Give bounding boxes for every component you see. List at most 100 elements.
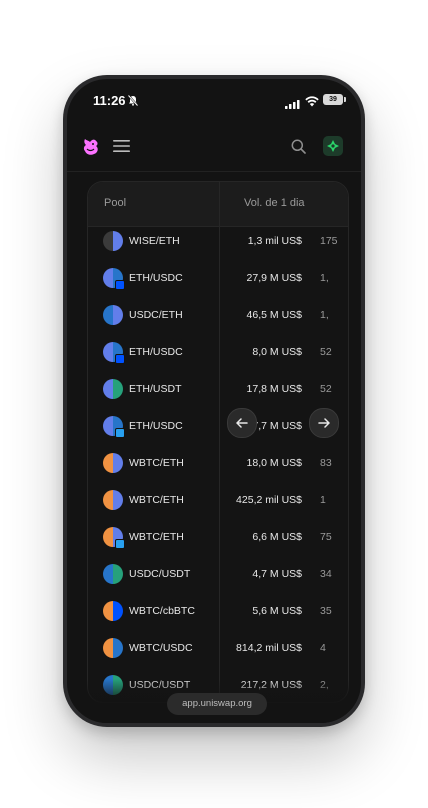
table-row[interactable]: USDC/ETH 46,5 M US$ 1, xyxy=(88,300,348,337)
pool-pair-name: ETH/USDT xyxy=(129,383,182,395)
table-row[interactable]: WBTC/ETH 18,0 M US$ 83 xyxy=(88,448,348,485)
table-row[interactable]: WBTC/ETH 425,2 mil US$ 1 xyxy=(88,485,348,522)
pool-volume-1d: 18,0 M US$ xyxy=(246,457,302,469)
pool-pair-name: USDC/ETH xyxy=(129,309,183,321)
wallet-avatar-icon[interactable] xyxy=(323,136,343,156)
table-row[interactable]: WBTC/USDC 814,2 mil US$ 4 xyxy=(88,633,348,670)
token-left-icon xyxy=(103,601,113,621)
arrow-left-icon xyxy=(236,418,248,428)
pool-next-column-value: 35 xyxy=(320,605,332,617)
pool-next-column-value: 1, xyxy=(320,309,329,321)
pool-token-pair-icon xyxy=(103,268,125,290)
scroll-left-button[interactable] xyxy=(227,408,257,438)
pool-token-pair-icon xyxy=(103,379,123,399)
pool-token-pair-icon xyxy=(103,342,125,364)
chain-badge-icon xyxy=(115,539,125,549)
arrow-right-icon xyxy=(318,418,330,428)
pool-token-pair-icon xyxy=(103,638,123,658)
pool-token-pair-icon xyxy=(103,231,123,251)
pool-volume-1d: 4,7 M US$ xyxy=(252,568,302,580)
token-left-icon xyxy=(103,453,113,473)
pool-next-column-value: 75 xyxy=(320,531,332,543)
pool-volume-1d: 17,8 M US$ xyxy=(246,383,302,395)
pool-pair-name: WBTC/cbBTC xyxy=(129,605,195,617)
table-row[interactable]: ETH/USDC 27,9 M US$ 1, xyxy=(88,263,348,300)
token-left-icon xyxy=(103,527,113,547)
pool-next-column-value: 52 xyxy=(320,346,332,358)
token-left-icon xyxy=(103,564,113,584)
chain-badge-icon xyxy=(115,280,125,290)
pool-next-column-value: 52 xyxy=(320,383,332,395)
pool-pair-name: WBTC/ETH xyxy=(129,494,184,506)
token-left-icon xyxy=(103,342,113,362)
token-left-icon xyxy=(103,305,113,325)
pool-next-column-value: 4 xyxy=(320,642,326,654)
token-right-icon xyxy=(113,638,123,658)
table-header: Pool Vol. de 1 dia xyxy=(88,182,348,227)
table-row[interactable]: WBTC/cbBTC 5,6 M US$ 35 xyxy=(88,596,348,633)
phone-frame: 11:26 39 Pool Vol. de 1 dia WISE/ETH 1,3… xyxy=(63,75,365,727)
pool-token-pair-icon xyxy=(103,564,123,584)
browser-url-bar[interactable]: app.uniswap.org xyxy=(167,693,267,715)
pool-token-pair-icon xyxy=(103,490,123,510)
pool-pair-name: ETH/USDC xyxy=(129,346,183,358)
hamburger-menu-icon[interactable] xyxy=(113,139,131,158)
status-time: 11:26 xyxy=(93,93,126,108)
screen: 11:26 39 Pool Vol. de 1 dia WISE/ETH 1,3… xyxy=(67,79,361,723)
pool-token-pair-icon xyxy=(103,601,123,621)
pool-pair-name: WBTC/ETH xyxy=(129,457,184,469)
uniswap-unicorn-icon[interactable] xyxy=(81,136,101,163)
column-header-pool[interactable]: Pool xyxy=(104,197,126,209)
pool-next-column-value: 1, xyxy=(320,272,329,284)
table-row[interactable]: WBTC/ETH 6,6 M US$ 75 xyxy=(88,522,348,559)
token-left-icon xyxy=(103,231,113,251)
token-right-icon xyxy=(113,231,123,251)
pool-volume-1d: 27,9 M US$ xyxy=(246,272,302,284)
pool-pair-name: WISE/ETH xyxy=(129,235,180,247)
pool-next-column-value: 34 xyxy=(320,568,332,580)
token-right-icon xyxy=(113,490,123,510)
pool-next-column-value: 83 xyxy=(320,457,332,469)
cellular-signal-icon xyxy=(285,96,300,114)
table-row[interactable]: USDC/USDT 4,7 M US$ 34 xyxy=(88,559,348,596)
pools-table: Pool Vol. de 1 dia WISE/ETH 1,3 mil US$ … xyxy=(87,181,349,703)
search-icon[interactable] xyxy=(291,139,306,159)
token-left-icon xyxy=(103,416,113,436)
token-right-icon xyxy=(113,305,123,325)
token-right-icon xyxy=(113,453,123,473)
column-header-volume[interactable]: Vol. de 1 dia xyxy=(244,197,305,209)
pool-volume-1d: 5,6 M US$ xyxy=(252,605,302,617)
pool-volume-1d: 46,5 M US$ xyxy=(246,309,302,321)
pool-token-pair-icon xyxy=(103,453,123,473)
battery-indicator: 39 xyxy=(323,94,346,105)
pool-pair-name: ETH/USDC xyxy=(129,420,183,432)
token-left-icon xyxy=(103,490,113,510)
pool-token-pair-icon xyxy=(103,416,125,438)
pool-volume-1d: 6,6 M US$ xyxy=(252,531,302,543)
chain-badge-icon xyxy=(115,428,125,438)
token-right-icon xyxy=(113,379,123,399)
status-bar: 11:26 39 xyxy=(67,79,361,121)
chain-badge-icon xyxy=(115,354,125,364)
wifi-icon xyxy=(305,94,319,112)
token-right-icon xyxy=(113,564,123,584)
table-row[interactable]: WISE/ETH 1,3 mil US$ 175 xyxy=(88,226,348,263)
pool-next-column-value: 175 xyxy=(320,235,338,247)
pool-volume-1d: 425,2 mil US$ xyxy=(236,494,302,506)
pool-token-pair-icon xyxy=(103,305,123,325)
table-body: WISE/ETH 1,3 mil US$ 175 ETH/USDC 27,9 M… xyxy=(88,226,348,702)
pool-next-column-value: 1 xyxy=(320,494,326,506)
pool-pair-name: WBTC/ETH xyxy=(129,531,184,543)
table-row[interactable]: ETH/USDC 8,0 M US$ 52 xyxy=(88,337,348,374)
top-navbar xyxy=(67,125,361,172)
token-right-icon xyxy=(113,601,123,621)
scroll-right-button[interactable] xyxy=(309,408,339,438)
pool-volume-1d: 8,0 M US$ xyxy=(252,346,302,358)
pool-volume-1d: 814,2 mil US$ xyxy=(236,642,302,654)
token-left-icon xyxy=(103,638,113,658)
table-row[interactable]: ETH/USDT 17,8 M US$ 52 xyxy=(88,374,348,411)
pool-volume-1d: 1,3 mil US$ xyxy=(247,235,302,247)
pool-pair-name: WBTC/USDC xyxy=(129,642,193,654)
pool-token-pair-icon xyxy=(103,527,125,549)
token-left-icon xyxy=(103,379,113,399)
